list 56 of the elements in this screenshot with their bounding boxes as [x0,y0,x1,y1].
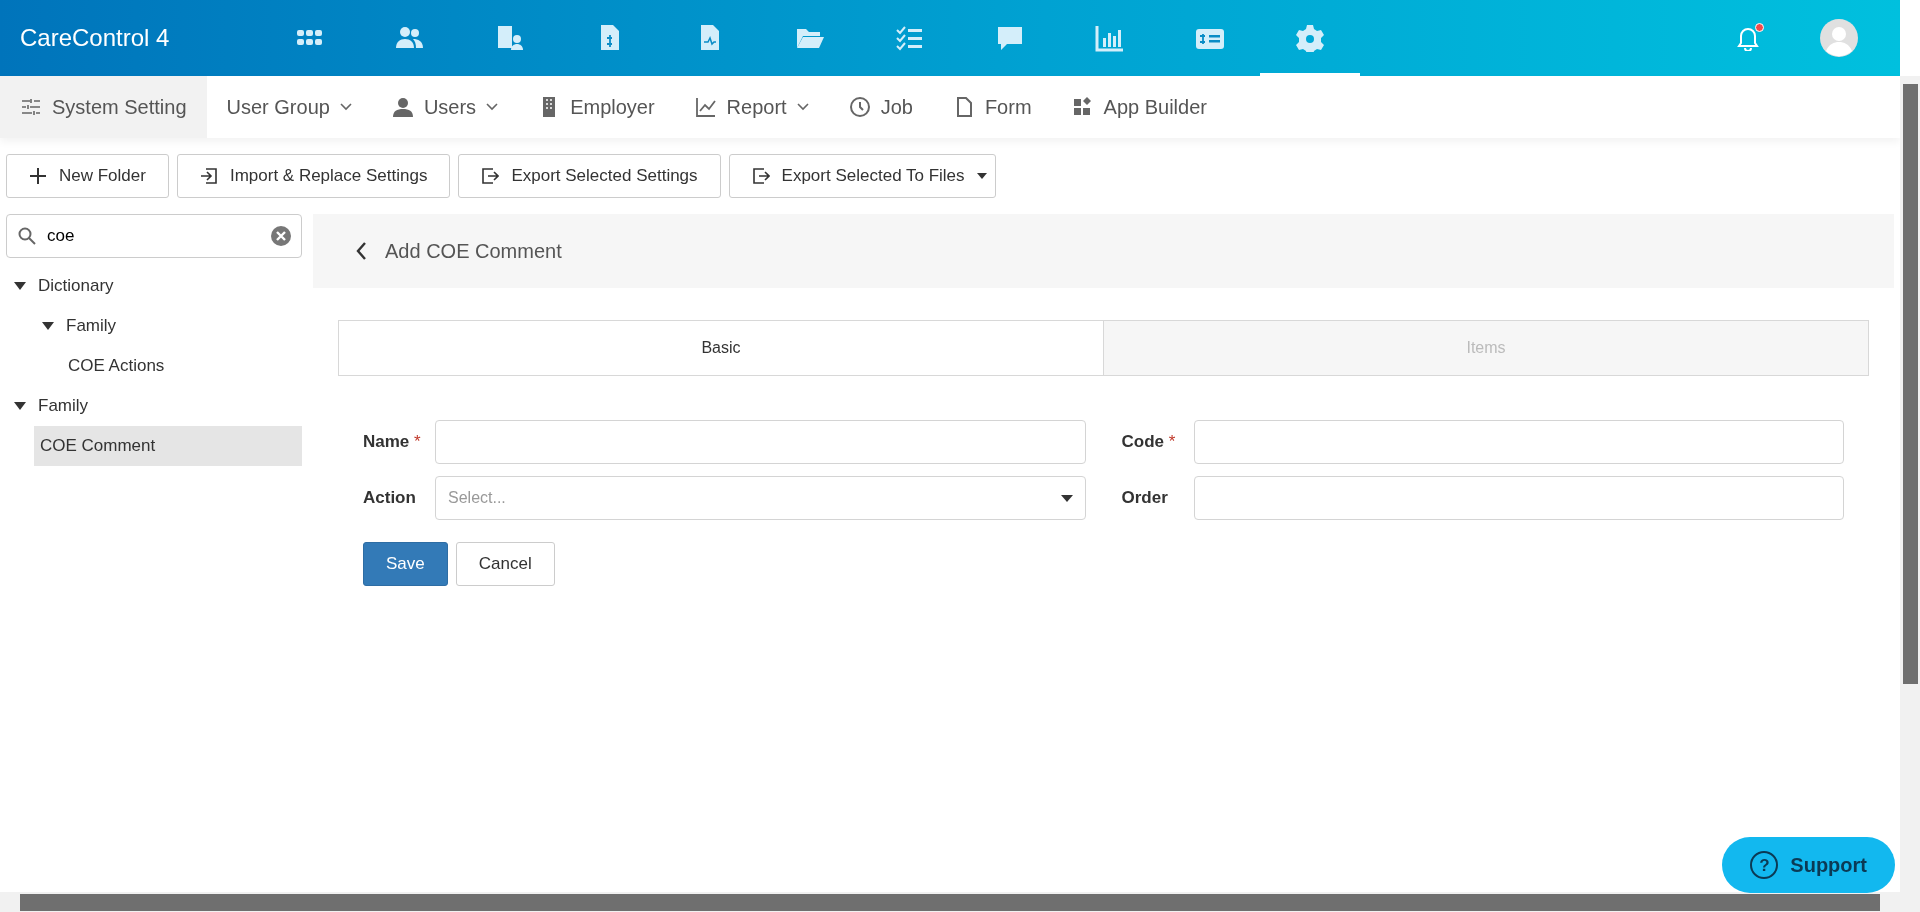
caret-down-icon [42,322,54,330]
clock-icon [848,96,871,118]
bell-icon [1736,25,1760,51]
export-icon [481,167,500,185]
field-label: Order [1121,487,1169,510]
import-icon [199,167,218,185]
nav-menu-item[interactable]: Form [932,76,1052,138]
save-button[interactable]: Save [363,542,448,586]
nav-menu-item[interactable]: Report [674,76,829,138]
field-label: Code * [1121,431,1177,454]
toolbar-button[interactable]: Import & Replace Settings [176,154,451,198]
line-chart-icon [694,96,717,118]
tree-item[interactable]: Dictionary [14,266,302,306]
blocks-icon [1071,96,1094,118]
input-field[interactable] [1193,420,1844,464]
sliders-icon [20,96,42,118]
tree-item[interactable]: Family [42,306,302,346]
caret-down-icon [14,402,26,410]
settings-icon [1295,24,1325,52]
bar-chart-icon [1095,24,1125,52]
toolbar-button[interactable]: Export Selected Settings [458,154,721,198]
tree-item[interactable]: Family [14,386,302,426]
toolbar-button[interactable]: New Folder [6,154,169,198]
panel-title: Add COE Comment [385,239,562,264]
cancel-button[interactable]: Cancel [455,542,555,586]
input-field[interactable] [1193,476,1844,520]
horizontal-scrollbar[interactable] [0,892,1900,912]
tree-item[interactable]: COE Actions [62,346,302,386]
clear-icon[interactable] [270,225,292,247]
help-icon: ? [1750,851,1779,879]
search-icon [18,227,36,245]
back-icon[interactable] [355,241,367,261]
caret-icon [1060,494,1073,502]
chat-bubble-icon [995,24,1025,52]
app-title: CareControl 4 [19,23,171,53]
nav-menu-item[interactable]: App Builder [1051,76,1227,138]
avatar-icon[interactable] [1820,19,1858,57]
checklist-icon [895,24,925,52]
nav-menu-item[interactable]: Job [828,76,933,138]
export-icon [751,167,770,185]
nav-menu-item[interactable]: Employer [518,76,675,138]
field-label: Action [363,487,417,510]
support-button[interactable]: ? Support [1722,837,1895,893]
toolbar-button[interactable]: Export Selected To Files [728,154,996,198]
tree-item[interactable]: COE Comment [34,426,302,466]
vertical-scrollbar[interactable] [1900,76,1920,912]
nav-menu-item[interactable]: System Setting [0,76,207,138]
person-icon [391,96,414,118]
search-field[interactable]: coe [6,214,302,258]
nav-menu-item[interactable]: User Group [206,76,372,138]
caret-down-icon [14,282,26,290]
plus-icon [29,167,47,185]
building-person-icon [495,24,525,52]
nav-menu-item[interactable]: Users [371,76,519,138]
field-label: Name * [363,431,422,454]
input-field[interactable] [435,420,1086,464]
